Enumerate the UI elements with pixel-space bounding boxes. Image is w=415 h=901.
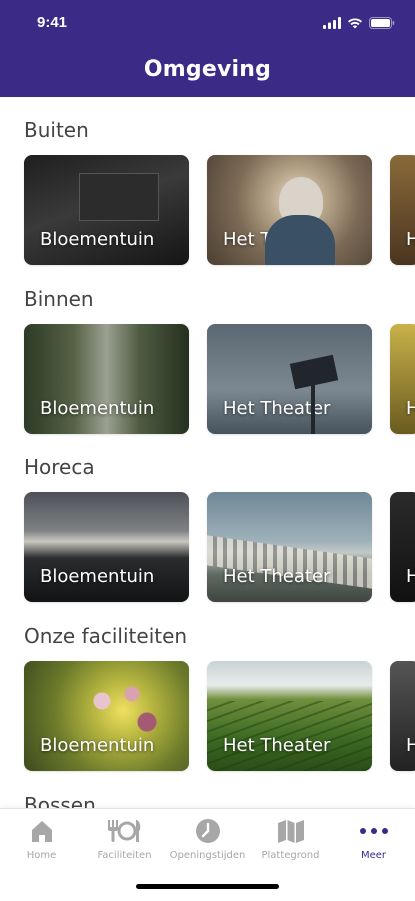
card-label: Het Theater [223,398,331,419]
card-row[interactable]: Bloementuin Het Theater H [24,155,415,265]
card-partial[interactable]: H [390,324,415,434]
card-partial[interactable]: H [390,492,415,602]
section-title: Horeca [24,455,95,479]
battery-icon [369,17,395,29]
status-time: 9:41 [37,14,68,31]
card-label: H [406,566,415,587]
tab-plattegrond[interactable]: Plattegrond [249,817,332,861]
tab-label: Plattegrond [261,850,320,861]
card-bloementuin[interactable]: Bloementuin [24,324,189,434]
card-het-theater[interactable]: Het Theater [207,492,372,602]
section-title: Binnen [24,287,94,311]
tab-label: Faciliteiten [97,850,152,861]
wifi-icon [348,18,362,29]
tab-label: Openingstijden [169,850,246,861]
card-label: Bloementuin [40,566,155,587]
card-bloementuin[interactable]: Bloementuin [24,492,189,602]
card-bloementuin[interactable]: Bloementuin [24,661,189,771]
tab-label: Home [26,850,57,861]
card-label: H [406,229,415,250]
app-header: 9:41 Omgeving [0,0,415,97]
card-label: H [406,735,415,756]
status-icons [323,17,395,29]
map-icon [277,820,304,843]
home-indicator [136,884,279,889]
card-het-theater[interactable]: Het Theater [207,661,372,771]
card-row[interactable]: Bloementuin Het Theater H [24,324,415,434]
card-row[interactable]: Bloementuin Het Theater H [24,492,415,602]
card-het-theater[interactable]: Het Theater [207,155,372,265]
tab-faciliteiten[interactable]: Faciliteiten [83,817,166,861]
card-label: Het Theater [223,735,331,756]
content-scroll-area[interactable]: Buiten Bloementuin Het Theater H Binnen … [0,97,415,808]
cutlery-icon [107,820,140,842]
page-title: Omgeving [143,57,272,82]
card-label: H [406,398,415,419]
home-icon [31,821,52,842]
card-partial[interactable]: H [390,155,415,265]
card-label: Bloementuin [40,735,155,756]
signal-icon [323,17,341,29]
tab-home[interactable]: Home [0,817,83,861]
card-het-theater[interactable]: Het Theater [207,324,372,434]
tab-label: Meer [360,850,387,861]
status-bar: 9:41 [0,12,415,36]
section-title: Onze faciliteiten [24,624,188,648]
clock-icon [195,819,220,843]
card-label: Bloementuin [40,229,155,250]
tab-meer[interactable]: Meer [332,817,415,861]
card-row[interactable]: Bloementuin Het Theater H [24,661,415,771]
card-label: Het Theater [223,229,331,250]
section-title: Bossen [24,793,96,808]
more-icon [359,828,388,834]
card-bloementuin[interactable]: Bloementuin [24,155,189,265]
card-partial[interactable]: H [390,661,415,771]
card-label: Het Theater [223,566,331,587]
tab-openingstijden[interactable]: Openingstijden [166,817,249,861]
section-title: Buiten [24,118,89,142]
card-label: Bloementuin [40,398,155,419]
